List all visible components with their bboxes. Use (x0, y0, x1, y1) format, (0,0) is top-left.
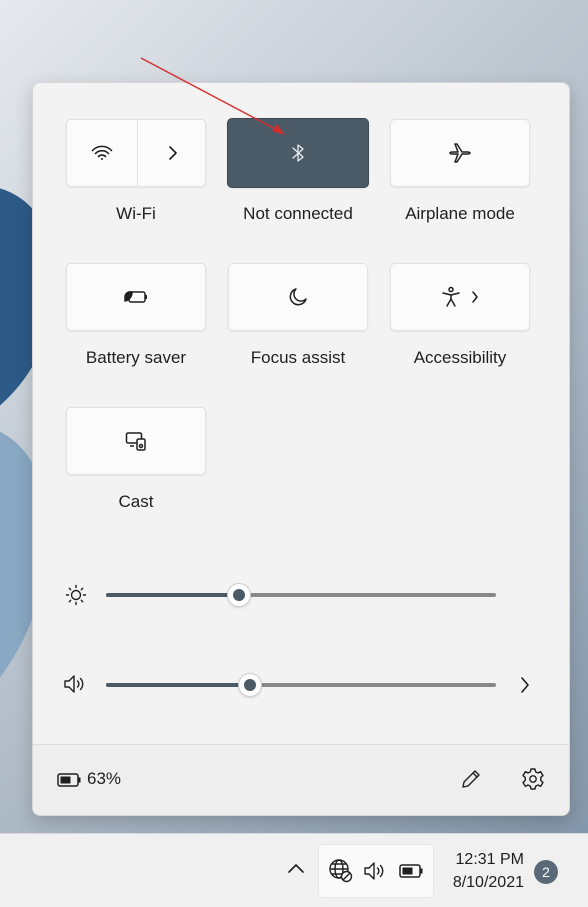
globe-no-internet-icon (328, 858, 354, 884)
bluetooth-label: Not connected (243, 204, 353, 223)
clock-time[interactable]: 12:31 PM (436, 851, 524, 869)
pencil-icon (459, 767, 483, 791)
settings-button[interactable] (521, 767, 545, 791)
chevron-right-icon (168, 145, 178, 161)
gear-icon (521, 767, 545, 791)
wifi-icon (91, 145, 113, 161)
wifi-label: Wi-Fi (116, 204, 156, 223)
accessibility-icon (441, 286, 461, 308)
sun-icon (65, 584, 87, 606)
wifi-expand-button[interactable] (138, 120, 208, 186)
moon-icon (288, 287, 308, 307)
quick-settings-tray-button[interactable] (318, 844, 434, 898)
accessibility-tile[interactable] (390, 263, 530, 331)
slider-fill (106, 593, 239, 597)
wifi-tile (66, 119, 206, 187)
chevron-right-icon (471, 290, 479, 304)
chevron-up-icon (287, 862, 305, 874)
battery-icon (399, 863, 425, 879)
focus-assist-tile[interactable] (228, 263, 368, 331)
cast-tile[interactable] (66, 407, 206, 475)
clock-date[interactable]: 8/10/2021 (436, 874, 524, 892)
taskbar: 12:31 PM 8/10/2021 2 (0, 833, 588, 907)
slider-thumb[interactable] (228, 584, 250, 606)
chevron-right-icon (520, 676, 530, 694)
quick-settings-panel: Wi-Fi Not connected Airplane mode Batter… (32, 82, 570, 816)
show-hidden-icons-button[interactable] (287, 862, 305, 874)
edit-quick-settings-button[interactable] (459, 767, 483, 791)
speaker-icon (63, 673, 87, 695)
volume-slider[interactable] (106, 674, 496, 696)
battery-percentage: 63% (87, 769, 122, 788)
cast-icon (125, 431, 147, 451)
bluetooth-icon (291, 143, 305, 163)
speaker-icon (363, 860, 387, 882)
slider-fill (106, 683, 250, 687)
notification-badge[interactable]: 2 (534, 860, 558, 884)
wifi-toggle-button[interactable] (67, 120, 137, 186)
battery-saver-tile[interactable] (66, 263, 206, 331)
battery-saver-label: Battery saver (85, 348, 187, 367)
battery-saver-icon (123, 289, 149, 305)
slider-thumb[interactable] (239, 674, 261, 696)
airplane-mode-label: Airplane mode (405, 204, 515, 223)
brightness-slider[interactable] (106, 584, 496, 606)
airplane-mode-tile[interactable] (390, 119, 530, 187)
panel-footer: 63% (33, 744, 569, 815)
accessibility-label: Accessibility (413, 348, 507, 367)
airplane-icon (448, 142, 472, 164)
battery-icon (57, 772, 83, 788)
volume-expand-button[interactable] (520, 676, 530, 694)
focus-assist-label: Focus assist (250, 348, 346, 367)
bluetooth-tile[interactable] (227, 118, 369, 188)
cast-label: Cast (118, 492, 154, 511)
